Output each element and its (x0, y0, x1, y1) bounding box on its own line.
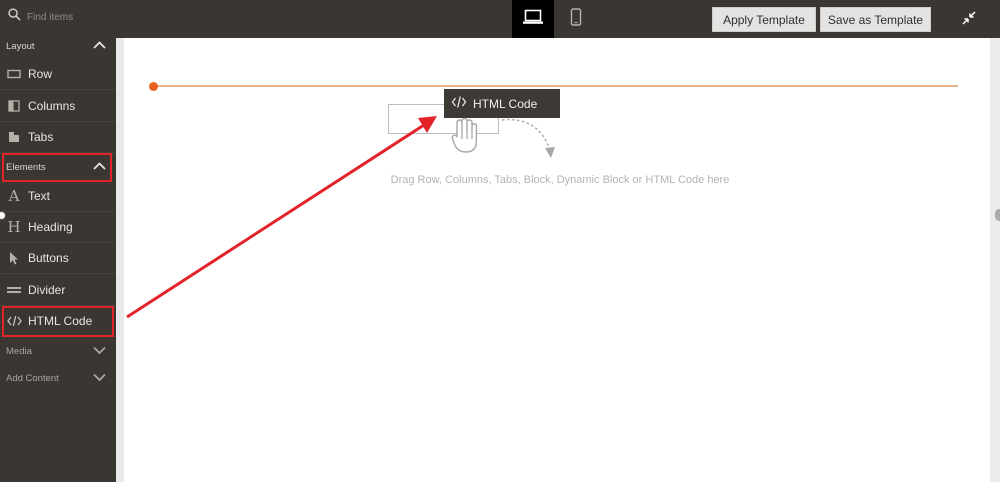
chevron-up-icon (93, 161, 106, 173)
search-bar (0, 0, 117, 34)
section-media[interactable]: Media (0, 339, 116, 363)
sidebar-item-text[interactable]: A Text (0, 181, 116, 212)
sidebar-item-label: Columns (28, 99, 76, 113)
section-label: Elements (6, 161, 46, 173)
sidebar-item-divider[interactable]: Divider (0, 275, 116, 306)
chevron-down-icon (93, 346, 106, 357)
exit-fullscreen-button[interactable] (958, 9, 980, 31)
code-icon (451, 95, 473, 112)
desktop-view-button[interactable] (512, 0, 554, 38)
minimize-icon (962, 10, 976, 30)
row-handle[interactable] (149, 82, 158, 91)
tabs-icon (6, 129, 22, 145)
sidebar-item-heading[interactable]: H Heading (0, 212, 116, 243)
laptop-icon (522, 9, 544, 30)
apply-template-button[interactable]: Apply Template (712, 7, 816, 32)
text-icon: A (8, 187, 20, 205)
code-icon (6, 313, 22, 329)
chip-label: HTML Code (473, 96, 538, 111)
sidebar-item-label: Text (28, 189, 51, 203)
top-toolbar: Apply Template Save as Template (0, 0, 1000, 38)
sidebar-item-buttons[interactable]: Buttons (0, 243, 116, 274)
mobile-icon (570, 7, 582, 31)
drop-hint-text: Drag Row, Columns, Tabs, Block, Dynamic … (390, 174, 730, 186)
save-as-template-button[interactable]: Save as Template (820, 7, 931, 32)
row-icon (6, 66, 22, 82)
hand-cursor-icon (449, 117, 481, 160)
sidebar-item-tabs[interactable]: Tabs (0, 122, 116, 153)
chevron-down-icon (93, 373, 106, 384)
sidebar-panel: Layout Row Columns Tabs Elements A Text … (0, 34, 116, 482)
sidebar-item-columns[interactable]: Columns (0, 91, 116, 122)
section-add-content[interactable]: Add Content (0, 366, 116, 390)
sidebar-item-label: HTML Code (28, 314, 93, 328)
chevron-up-icon (93, 40, 106, 52)
page-builder: Apply Template Save as Template Layout R… (0, 0, 1000, 482)
sidebar-item-html-code[interactable]: HTML Code (0, 306, 116, 337)
drop-direction-arrow (498, 112, 560, 167)
section-label: Add Content (6, 372, 59, 384)
search-icon (8, 8, 21, 26)
sidebar-item-label: Heading (28, 220, 73, 234)
divider-icon (6, 282, 22, 298)
row-container-line (153, 85, 958, 87)
search-input[interactable] (27, 11, 117, 23)
section-layout[interactable]: Layout (0, 34, 116, 58)
mobile-view-button[interactable] (555, 0, 597, 38)
sidebar-item-row[interactable]: Row (0, 59, 116, 90)
section-elements[interactable]: Elements (0, 155, 116, 179)
columns-icon (6, 98, 22, 114)
scroll-handle[interactable] (995, 209, 1000, 221)
heading-icon: H (7, 218, 21, 236)
sidebar-item-label: Divider (28, 283, 66, 297)
stage-scrollbar[interactable] (990, 38, 1000, 482)
section-label: Layout (6, 40, 35, 52)
sidebar-item-label: Tabs (28, 130, 54, 144)
sidebar-item-label: Row (28, 67, 53, 81)
cursor-icon (6, 250, 22, 266)
sidebar-item-label: Buttons (28, 251, 69, 265)
section-label: Media (6, 345, 32, 357)
